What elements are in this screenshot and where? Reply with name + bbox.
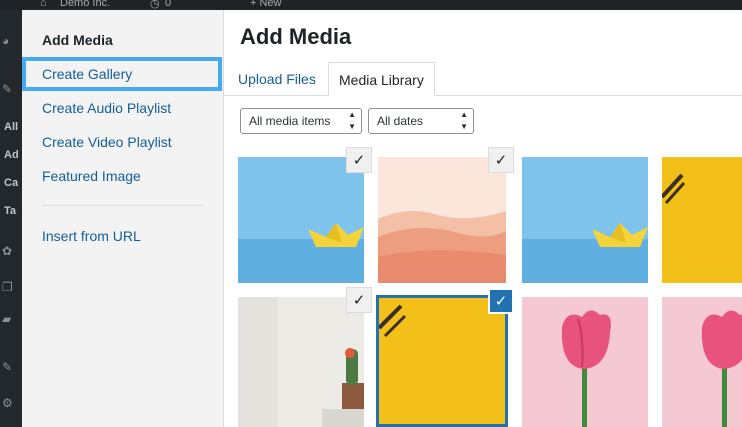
sidebar-title: Add Media	[42, 32, 113, 48]
home-icon: ⌂	[40, 0, 47, 9]
media-thumbnail-boat[interactable]	[238, 157, 364, 283]
media-thumbnail-cactus[interactable]	[238, 297, 364, 427]
media-thumbnail-desert[interactable]	[378, 157, 506, 283]
tab-media-library[interactable]: Media Library	[328, 62, 435, 96]
media-thumbnail-tulip[interactable]	[522, 297, 648, 427]
date-filter[interactable]: All dates ▲ ▼	[368, 108, 474, 134]
page-title: Add Media	[240, 24, 352, 49]
cactus-image	[238, 297, 364, 427]
media-thumbnail-tulip-2[interactable]	[662, 297, 742, 427]
admin-menu-item[interactable]: Ta	[4, 204, 16, 218]
media-icon: ✿	[2, 244, 13, 258]
media-thumbnail-yellow-selected[interactable]	[376, 295, 508, 427]
checkmark-icon[interactable]: ✓	[346, 147, 372, 173]
create-video-playlist-link[interactable]: Create Video Playlist	[42, 134, 172, 150]
date-filter-value: All dates	[377, 114, 424, 128]
pages-icon: ❐	[2, 280, 13, 294]
create-gallery-highlight	[22, 57, 222, 91]
media-modal-content: Add Media Upload Files Media Library All…	[224, 10, 742, 427]
media-type-filter-value: All media items	[249, 114, 331, 128]
media-thumbnail-yellow[interactable]	[662, 157, 742, 283]
brush-yellow-image	[379, 298, 505, 424]
plugins-icon: ⚙	[2, 396, 13, 410]
appearance-icon: ✎	[2, 360, 13, 374]
paper-boat-image	[522, 157, 648, 283]
insert-from-url-link[interactable]: Insert from URL	[42, 228, 141, 244]
tulip-image	[662, 297, 742, 427]
paper-boat-image	[238, 157, 364, 283]
tulip-image	[522, 297, 648, 427]
desert-image	[378, 157, 506, 283]
admin-bar-new[interactable]: + New	[250, 0, 282, 9]
checkmark-icon[interactable]: ✓	[346, 287, 372, 313]
brush-yellow-image	[662, 157, 742, 283]
create-audio-playlist-link[interactable]: Create Audio Playlist	[42, 100, 171, 116]
media-thumbnail-boat-2[interactable]	[522, 157, 648, 283]
pin-icon: ✎	[2, 82, 13, 96]
media-type-filter[interactable]: All media items ▲ ▼	[240, 108, 362, 134]
admin-menu-item[interactable]: Ca	[4, 176, 18, 190]
admin-menu-item[interactable]: Ad	[4, 148, 19, 162]
updown-icon: ▲ ▼	[348, 110, 356, 131]
palette-icon: ◕	[2, 34, 10, 48]
admin-bar-comments-count[interactable]: 0	[165, 0, 171, 9]
updown-icon: ▲ ▼	[460, 110, 468, 131]
admin-bar-site-name[interactable]: Demo Inc.	[60, 0, 110, 9]
tab-upload-files[interactable]: Upload Files	[238, 62, 316, 96]
comment-icon: ▰	[2, 312, 12, 326]
checkmark-icon[interactable]: ✓	[488, 288, 514, 314]
admin-menu: ◕ ✎ All Ad Ca Ta ✿ ❐ ▰ ✎ ⚙	[0, 10, 22, 427]
admin-bar: ⌂ Demo Inc. ◷ 0 + New	[0, 0, 742, 10]
comments-icon: ◷	[150, 0, 160, 10]
checkmark-icon[interactable]: ✓	[488, 147, 514, 173]
sidebar-separator	[42, 205, 204, 206]
admin-menu-item[interactable]: All	[4, 120, 18, 134]
featured-image-link[interactable]: Featured Image	[42, 168, 141, 184]
